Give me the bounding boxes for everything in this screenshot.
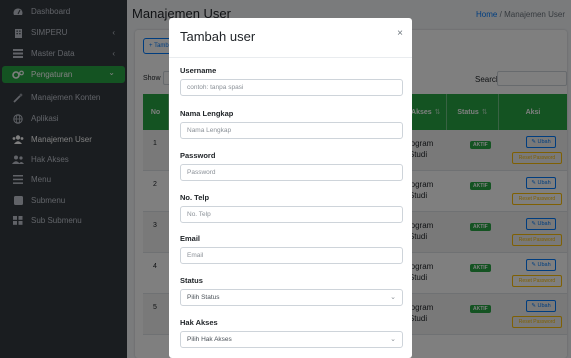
close-icon[interactable]: ×: [397, 28, 403, 39]
chevron-down-icon: ⌄: [390, 336, 396, 343]
add-user-modal: Tambah user × Username Nama Lengkap Pass…: [169, 18, 412, 358]
telp-label: No. Telp: [180, 193, 210, 202]
nama-lengkap-input[interactable]: [180, 122, 403, 139]
password-input[interactable]: [180, 164, 403, 181]
password-label: Password: [180, 151, 216, 160]
status-label: Status: [180, 276, 203, 285]
nama-lengkap-label: Nama Lengkap: [180, 109, 234, 118]
email-label: Email: [180, 234, 201, 243]
status-select-value: Pilih Status: [187, 294, 220, 301]
telp-input[interactable]: [180, 206, 403, 223]
modal-header-divider: [169, 57, 412, 58]
hak-akses-select[interactable]: Pilih Hak Akses ⌄: [180, 331, 403, 348]
modal-title: Tambah user: [180, 29, 256, 44]
chevron-down-icon: ⌄: [390, 294, 396, 301]
username-input[interactable]: [180, 79, 403, 96]
hak-akses-select-value: Pilih Hak Akses: [187, 336, 232, 343]
username-label: Username: [180, 66, 217, 75]
hak-akses-label: Hak Akses: [180, 318, 218, 327]
status-select[interactable]: Pilih Status ⌄: [180, 289, 403, 306]
email-input[interactable]: [180, 247, 403, 264]
